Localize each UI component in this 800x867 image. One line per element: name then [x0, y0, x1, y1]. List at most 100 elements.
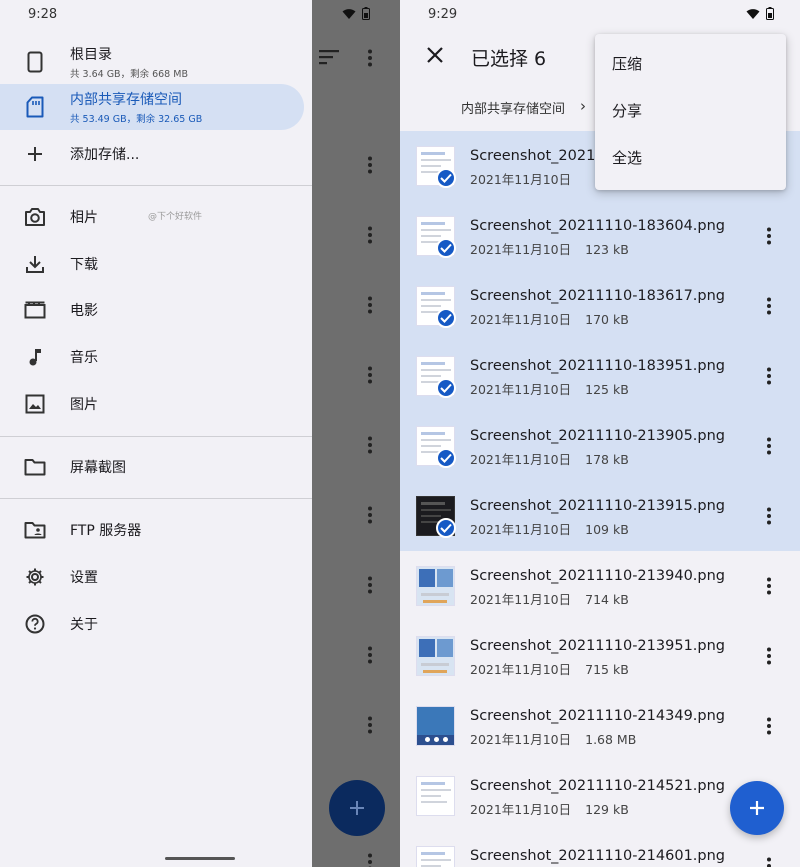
download-icon: [24, 253, 46, 275]
watermark-text: @下个好软件: [148, 212, 203, 222]
file-thumbnail: [416, 566, 455, 606]
drawer-item-settings[interactable]: 设置: [0, 557, 304, 597]
file-row[interactable]: Screenshot_20211110-183604.png 2021年11月10…: [400, 201, 800, 271]
drawer-item-ftp-server[interactable]: FTP 服务器: [0, 510, 304, 550]
dimmed-more-vert-icon: [368, 296, 372, 314]
movie-icon: [24, 299, 46, 321]
left-status-icons: [342, 7, 370, 20]
sd-card-icon: [24, 96, 46, 118]
wifi-icon: [342, 8, 356, 19]
check-circle-icon: [436, 168, 456, 188]
battery-icon: [362, 7, 370, 20]
image-icon: [24, 393, 46, 415]
drawer-divider: [0, 436, 312, 437]
check-circle-icon: [436, 308, 456, 328]
gear-icon: [24, 566, 46, 588]
drawer-item-title: 下载: [70, 257, 98, 273]
more-vert-icon[interactable]: [758, 715, 780, 737]
more-vert-icon[interactable]: [758, 295, 780, 317]
dimmed-fab: [329, 780, 385, 836]
drawer-item-title: 根目录: [70, 47, 112, 63]
file-date: 2021年11月10日: [470, 522, 572, 537]
menu-item-compress[interactable]: 压缩: [595, 40, 786, 87]
more-vert-icon[interactable]: [758, 365, 780, 387]
file-row[interactable]: Screenshot_20211110-213940.png 2021年11月10…: [400, 551, 800, 621]
more-vert-icon[interactable]: [758, 225, 780, 247]
more-vert-icon[interactable]: [758, 505, 780, 527]
file-meta: 2021年11月10日 714 kB: [470, 589, 629, 608]
file-date: 2021年11月10日: [470, 732, 572, 747]
music-note-icon: [24, 346, 46, 368]
close-selection-button[interactable]: [424, 44, 446, 66]
dimmed-more-vert-icon: [368, 226, 372, 244]
folder-icon: [24, 456, 46, 478]
file-row[interactable]: Screenshot_20211110-183617.png 2021年11月10…: [400, 271, 800, 341]
navigation-drawer: 9:28 根目录 共 3.64 GB，剩余 668 MB 内部共享存储空间 共 …: [0, 0, 312, 867]
dimmed-more-vert-icon: [368, 156, 372, 174]
drawer-item-title: 内部共享存储空间: [70, 92, 182, 108]
file-name: Screenshot_20211110-213905.png: [470, 428, 725, 444]
more-vert-icon[interactable]: [758, 435, 780, 457]
drawer-divider: [0, 498, 312, 499]
file-name: Screenshot_20211110-214601.png: [470, 848, 725, 864]
status-time: 9:28: [28, 7, 58, 22]
more-vert-icon[interactable]: [758, 575, 780, 597]
file-meta: 2021年11月10日 129 kB: [470, 799, 629, 818]
file-thumbnail: [416, 846, 455, 867]
dimmed-more-vert-icon: [368, 853, 372, 867]
file-row[interactable]: Screenshot_20211110-213905.png 2021年11月10…: [400, 411, 800, 481]
drawer-item-downloads[interactable]: 下载: [0, 244, 304, 284]
folder-person-icon: [24, 519, 46, 541]
menu-item-share[interactable]: 分享: [595, 87, 786, 134]
check-circle-icon: [436, 238, 456, 258]
file-row[interactable]: Screenshot_20211110-213915.png 2021年11月10…: [400, 481, 800, 551]
file-size: 178 kB: [585, 452, 629, 467]
dimmed-more-vert-icon: [368, 49, 372, 67]
drawer-item-title: 屏幕截图: [70, 460, 126, 476]
file-row[interactable]: Screenshot_20211110-213951.png 2021年11月10…: [400, 621, 800, 691]
drawer-item-movies[interactable]: 电影: [0, 290, 304, 330]
drawer-item-root[interactable]: 根目录 共 3.64 GB，剩余 668 MB: [0, 40, 304, 84]
plus-icon: [350, 801, 364, 815]
add-fab-button[interactable]: [730, 781, 784, 835]
more-vert-icon[interactable]: [758, 645, 780, 667]
drawer-item-internal-storage[interactable]: 内部共享存储空间 共 53.49 GB，剩余 32.65 GB: [0, 84, 304, 130]
breadcrumb-current[interactable]: 内部共享存储空间: [461, 98, 565, 117]
file-date: 2021年11月10日: [470, 312, 572, 327]
selection-count-title: 已选择 6: [471, 48, 547, 70]
drawer-item-title: 设置: [70, 570, 98, 586]
file-size: 715 kB: [585, 662, 629, 677]
wifi-icon: [746, 8, 760, 19]
file-date: 2021年11月10日: [470, 452, 572, 467]
drawer-item-screenshots[interactable]: 屏幕截图: [0, 447, 304, 487]
right-status-icons: [746, 7, 774, 20]
drawer-divider: [0, 185, 312, 186]
file-size: 123 kB: [585, 242, 629, 257]
file-size: 109 kB: [585, 522, 629, 537]
file-row[interactable]: Screenshot_20211110-214601.png: [400, 831, 800, 867]
overflow-menu: 压缩 分享 全选: [595, 34, 786, 190]
drawer-item-music[interactable]: 音乐: [0, 337, 304, 377]
file-meta: 2021年11月10日 125 kB: [470, 379, 629, 398]
camera-icon: [24, 206, 46, 228]
drawer-item-add-storage[interactable]: 添加存储...: [0, 134, 304, 174]
menu-item-select-all[interactable]: 全选: [595, 134, 786, 181]
help-circle-icon: [24, 613, 46, 635]
file-name: Screenshot_20211110-183617.png: [470, 288, 725, 304]
drawer-item-title: 添加存储...: [70, 147, 140, 163]
file-row[interactable]: Screenshot_20211110-214349.png 2021年11月10…: [400, 691, 800, 761]
chevron-right-icon: ›: [580, 97, 586, 115]
dimmed-more-vert-icon: [368, 646, 372, 664]
file-size: 125 kB: [585, 382, 629, 397]
file-row[interactable]: Screenshot_20211110-183951.png 2021年11月10…: [400, 341, 800, 411]
more-vert-icon[interactable]: [758, 855, 780, 867]
file-meta: 2021年11月10日 1.68 MB: [470, 729, 636, 748]
drawer-item-title: 相片: [70, 210, 98, 226]
file-thumbnail: [416, 706, 455, 746]
drawer-item-title: FTP 服务器: [70, 523, 142, 539]
status-time: 9:29: [428, 7, 458, 22]
battery-icon: [766, 7, 774, 20]
drawer-item-title: 图片: [70, 397, 98, 413]
drawer-item-pictures[interactable]: 图片: [0, 384, 304, 424]
drawer-item-about[interactable]: 关于: [0, 604, 304, 644]
